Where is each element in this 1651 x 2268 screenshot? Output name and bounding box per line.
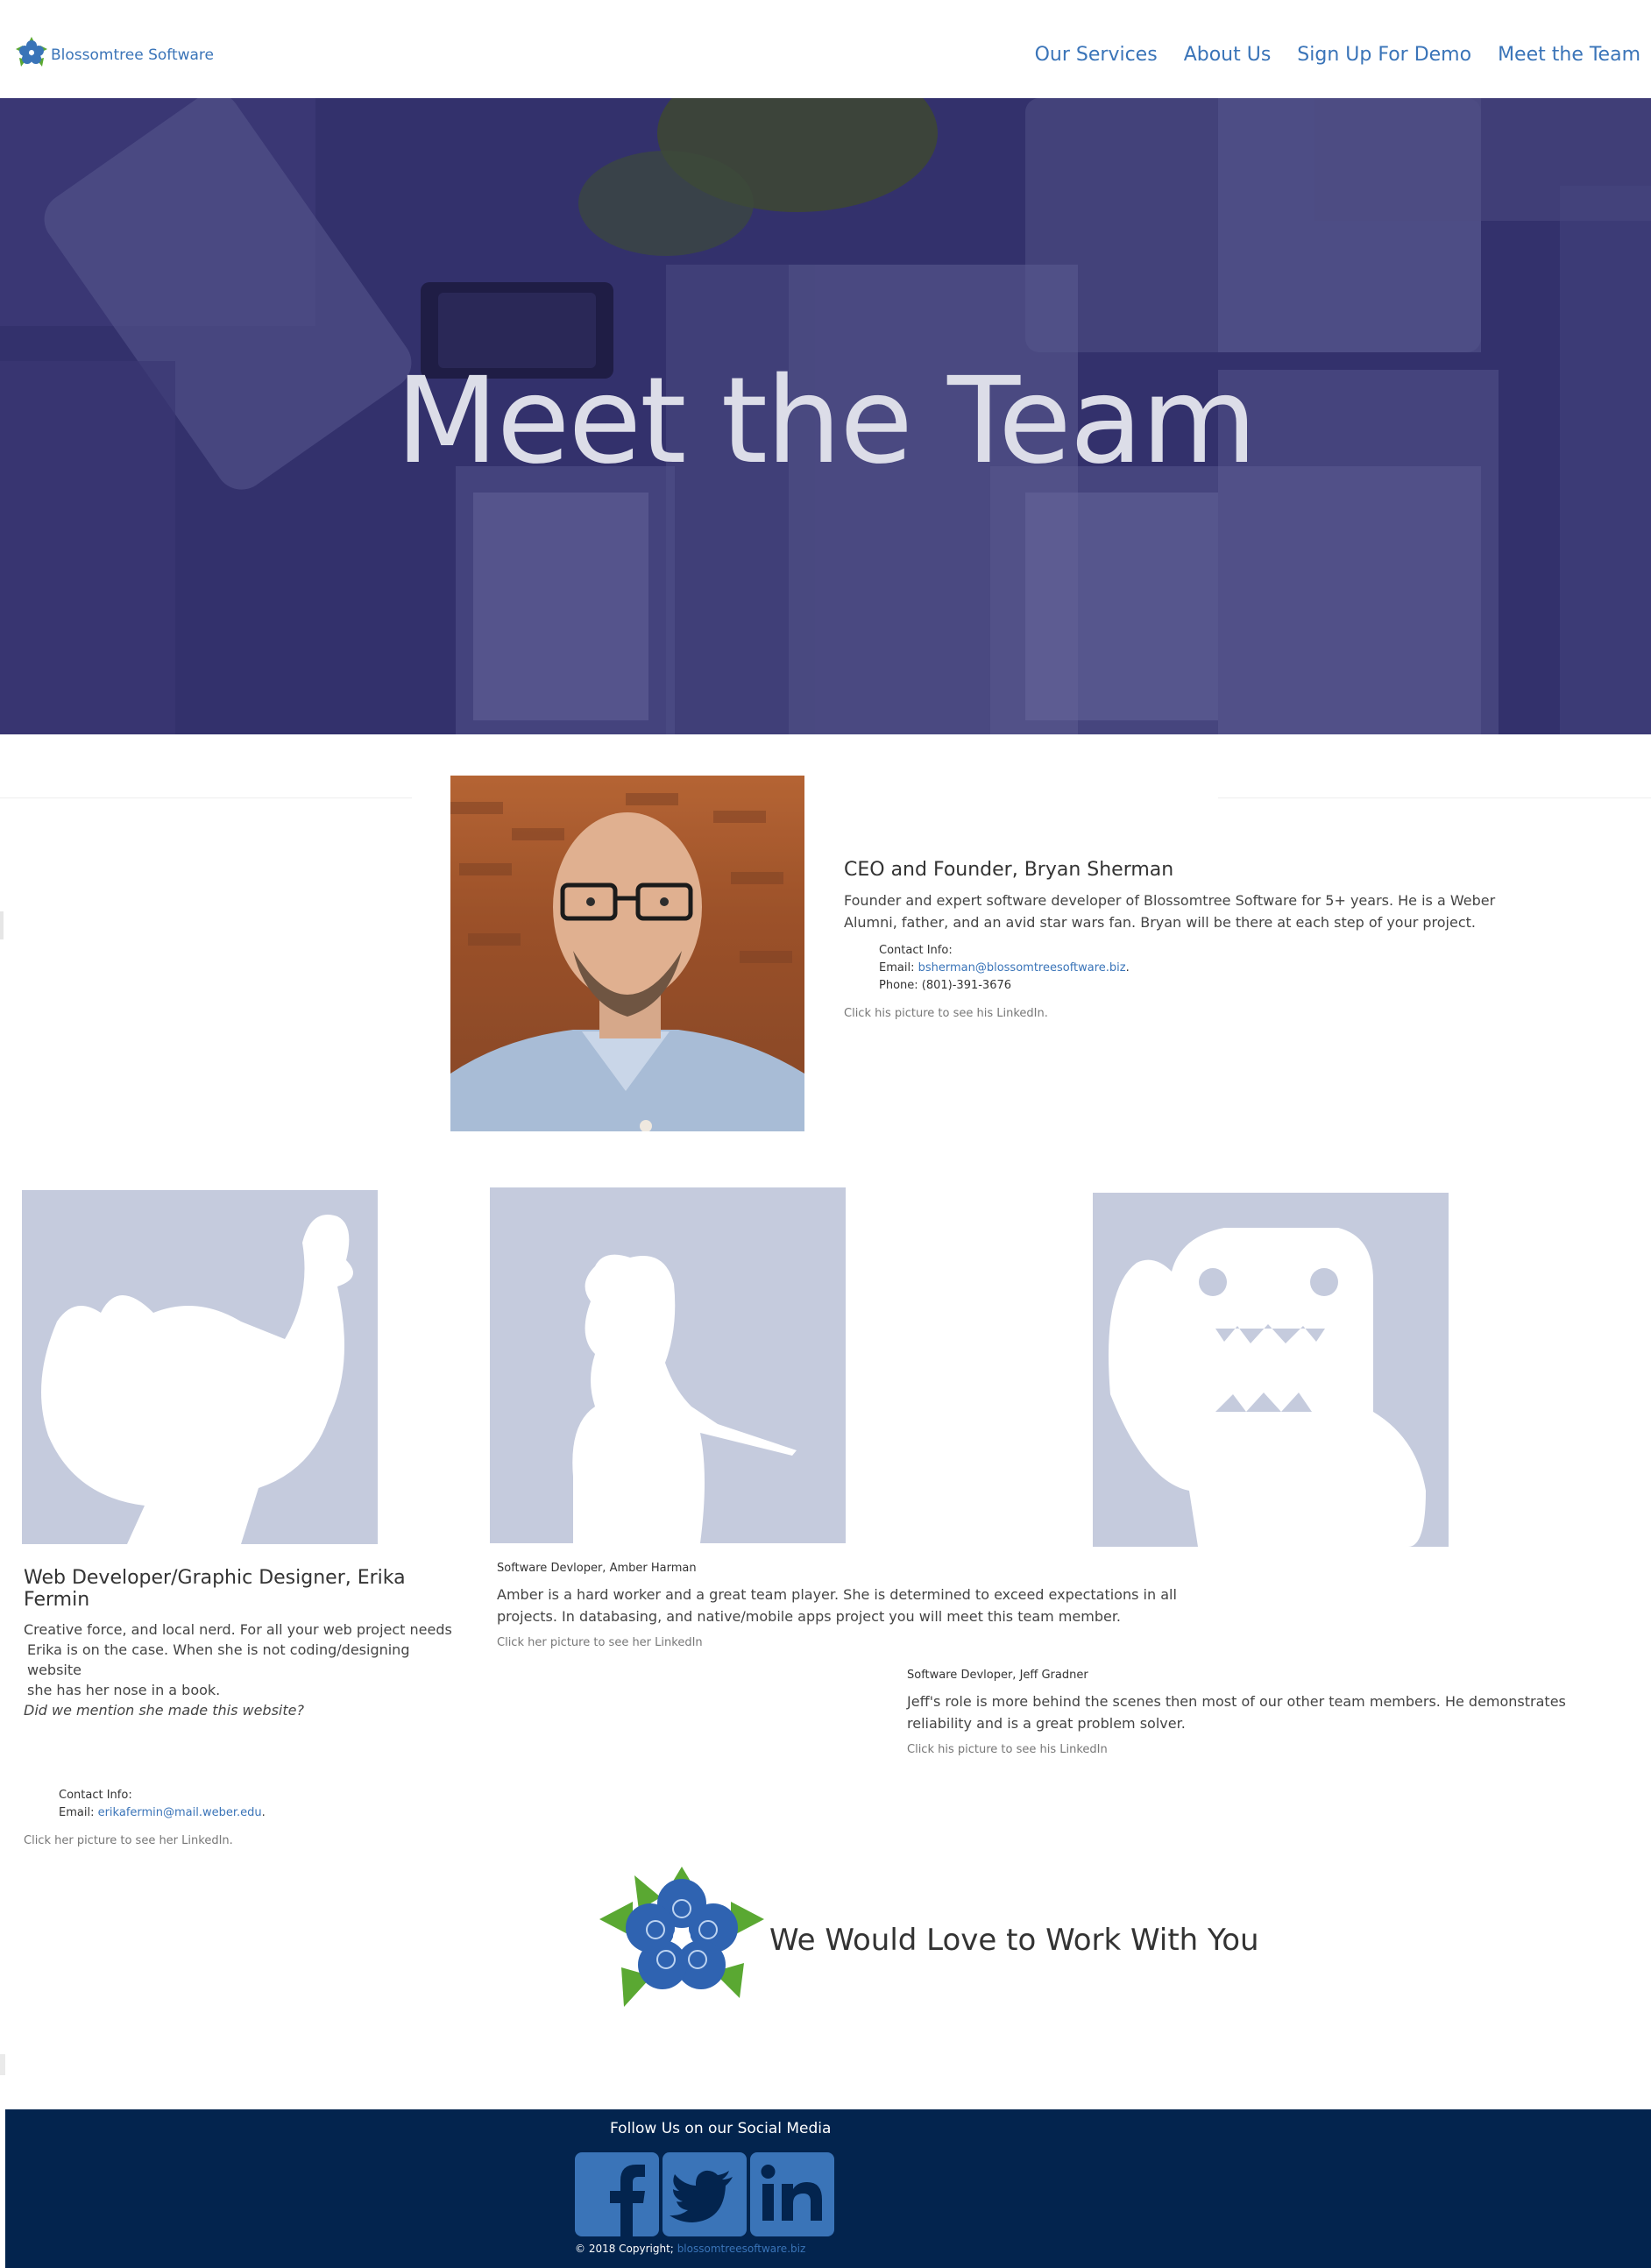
erika-photo-link[interactable] (22, 1190, 378, 1544)
nav-sign-up-demo[interactable]: Sign Up For Demo (1297, 44, 1471, 66)
erika-linkedin-hint: Click her picture to see her LinkedIn. (24, 1834, 233, 1847)
amber-info: Software Devloper, Amber Harman Amber is… (497, 1562, 1233, 1649)
main-nav: Our Services About Us Sign Up For Demo M… (1035, 44, 1640, 66)
erika-desc-line-3: she has her nose in a book. (27, 1682, 221, 1698)
amber-title: Software Devloper, Amber Harman (497, 1562, 697, 1575)
erika-desc-line-2: Erika is on the case. When she is not co… (27, 1641, 410, 1678)
footer-copyright: © 2018 Copyright; blossomtreesoftware.bi… (575, 2243, 805, 2255)
erika-email-link[interactable]: erikafermin@mail.weber.edu (98, 1806, 262, 1819)
nav-our-services[interactable]: Our Services (1035, 44, 1158, 66)
footer-site-link[interactable]: blossomtreesoftware.biz (677, 2243, 806, 2255)
linkedin-link[interactable] (750, 2152, 834, 2236)
cta-banner: We Would Love to Work With You (599, 1867, 1259, 2013)
twitter-icon (670, 2170, 733, 2222)
ceo-photo-link[interactable] (450, 776, 804, 1131)
divider-right (1218, 797, 1651, 798)
erika-desc-italic: Did we mention she made this website? (24, 1702, 304, 1719)
ceo-contact: Contact Info: Email: bsherman@blossomtre… (879, 942, 1545, 995)
footer: Follow Us on our Social Media © 2018 Cop… (5, 2109, 1651, 2268)
stitch-silhouette-icon (41, 1215, 353, 1544)
blossom-logo-large-icon (599, 1867, 764, 2013)
amber-photo-link[interactable] (490, 1187, 846, 1543)
facebook-icon (610, 2165, 645, 2236)
erika-contact: Contact Info: Email: erikafermin@mail.we… (59, 1787, 462, 1822)
nav-meet-the-team[interactable]: Meet the Team (1498, 44, 1640, 66)
linkedin-icon (761, 2165, 822, 2221)
hero-banner: Meet the Team (0, 98, 1651, 734)
nav-about-us[interactable]: About Us (1184, 44, 1272, 66)
jeff-photo-link[interactable] (1093, 1193, 1449, 1547)
cta-text: We Would Love to Work With You (769, 1922, 1259, 1958)
jeff-description: Jeff's role is more behind the scenes th… (907, 1693, 1566, 1732)
jeff-title: Software Devloper, Jeff Gradner (907, 1669, 1088, 1682)
erika-email-label: Email: (59, 1806, 95, 1819)
erika-desc-line-1: Creative force, and local nerd. For all … (24, 1621, 452, 1638)
twitter-link[interactable] (663, 2152, 747, 2236)
amber-description: Amber is a hard worker and a great team … (497, 1586, 1177, 1625)
erika-title: Web Developer/Graphic Designer, Erika Fe… (24, 1567, 406, 1611)
brand-logo-link[interactable]: Blossomtree Software (14, 35, 214, 74)
ceo-contact-label: Contact Info: (879, 944, 953, 957)
facebook-link[interactable] (575, 2152, 659, 2236)
erika-contact-label: Contact Info: (59, 1789, 132, 1802)
ceo-linkedin-hint: Click his picture to see his LinkedIn. (844, 1007, 1048, 1020)
brand-name: Blossomtree Software (51, 46, 215, 64)
blossom-logo-icon (14, 35, 49, 74)
ceo-phone: Phone: (801)-391-3676 (879, 979, 1012, 992)
jeff-info: Software Devloper, Jeff Gradner Jeff's r… (907, 1669, 1617, 1756)
hero-title: Meet the Team (395, 352, 1257, 491)
top-navbar: Blossomtree Software Our Services About … (0, 0, 1651, 98)
ceo-info: CEO and Founder, Bryan Sherman Founder a… (844, 859, 1545, 1020)
ceo-description: Founder and expert software developer of… (844, 892, 1496, 931)
side-tab-marker (0, 911, 4, 939)
domo-silhouette-icon (1109, 1228, 1426, 1547)
ceo-email-link[interactable]: bsherman@blossomtreesoftware.biz (918, 961, 1126, 975)
ceo-title: CEO and Founder, Bryan Sherman (844, 859, 1174, 881)
erika-description: Creative force, and local nerd. For all … (24, 1619, 462, 1720)
jeff-linkedin-hint: Click his picture to see his LinkedIn (907, 1743, 1108, 1756)
ceo-email-label: Email: (879, 961, 915, 975)
side-tab-marker-2 (0, 2054, 5, 2075)
amber-linkedin-hint: Click her picture to see her LinkedIn (497, 1636, 703, 1649)
erika-info: Web Developer/Graphic Designer, Erika Fe… (24, 1567, 462, 1847)
footer-follow-text: Follow Us on our Social Media (610, 2120, 832, 2137)
woman-silhouette-icon (572, 1254, 797, 1543)
divider-left (0, 797, 412, 798)
copyright-text: © 2018 Copyright; (575, 2243, 674, 2255)
